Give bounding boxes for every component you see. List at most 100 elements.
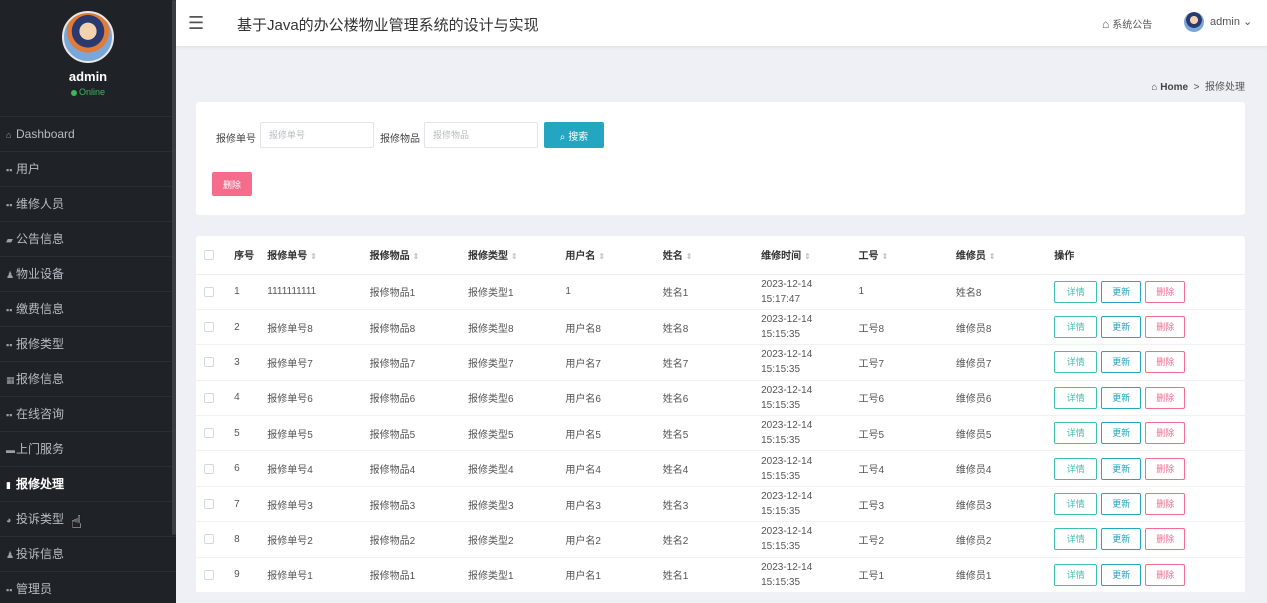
detail-button[interactable]: 详情 xyxy=(1054,351,1098,374)
detail-button[interactable]: 详情 xyxy=(1054,316,1098,339)
online-status: Online xyxy=(0,87,176,97)
table-cell: 5 xyxy=(234,415,268,452)
sidebar-item-12[interactable]: ♟ 投诉信息 xyxy=(0,536,176,571)
row-checkbox[interactable] xyxy=(204,357,214,368)
sidebar-item-label: 报修信息 xyxy=(16,372,65,386)
delete-button[interactable]: 删除 xyxy=(1145,528,1186,551)
column-header-5[interactable]: 姓名 ⇕ xyxy=(662,236,762,275)
item-input[interactable] xyxy=(424,122,538,148)
user-menu[interactable]: admin ⌄ xyxy=(1184,12,1252,32)
update-button[interactable]: 更新 xyxy=(1101,457,1142,480)
notice-link[interactable]: ⌂ 系统公告 xyxy=(1102,16,1152,31)
delete-button[interactable]: 删除 xyxy=(1145,280,1186,303)
row-checkbox[interactable] xyxy=(204,286,214,297)
sidebar-item-8[interactable]: ▪▪ 在线咨询 xyxy=(0,396,176,431)
update-button[interactable]: 更新 xyxy=(1101,422,1142,445)
grid-icon: ▪▪ xyxy=(6,410,13,420)
cell-value: 1 xyxy=(565,286,571,298)
row-checkbox[interactable] xyxy=(204,428,214,439)
column-header-3[interactable]: 报修类型 ⇕ xyxy=(468,236,566,275)
sidebar-item-11[interactable]: ◕ 投诉类型 xyxy=(0,501,176,536)
table-cell: 姓名7 xyxy=(662,344,762,381)
cell-value: 用户名8 xyxy=(565,323,601,335)
column-header-2[interactable]: 报修物品 ⇕ xyxy=(369,236,469,275)
row-checkbox[interactable] xyxy=(204,321,214,332)
table-cell: 报修单号6 xyxy=(267,380,370,417)
sidebar-item-2[interactable]: ▪▪ 维修人员 xyxy=(0,186,176,221)
sort-icon[interactable]: ⇕ xyxy=(686,252,693,261)
cell-value: 工号6 xyxy=(858,394,885,406)
sort-icon[interactable]: ⇕ xyxy=(310,252,317,261)
column-header-4[interactable]: 用户名 ⇕ xyxy=(565,236,663,275)
sidebar-item-0[interactable]: ⌂ Dashboard xyxy=(0,116,176,151)
select-all-checkbox[interactable] xyxy=(204,249,214,260)
detail-button[interactable]: 详情 xyxy=(1054,457,1098,480)
delete-button[interactable]: 删除 xyxy=(1145,351,1186,374)
row-checkbox[interactable] xyxy=(204,463,214,474)
delete-button[interactable]: 删除 xyxy=(1145,422,1186,445)
sort-icon[interactable]: ⇕ xyxy=(413,252,420,261)
actions-cell: 详情 更新 删除 xyxy=(1054,274,1245,310)
delete-button[interactable]: 删除 xyxy=(1145,563,1186,586)
sidebar-item-3[interactable]: ▰ 公告信息 xyxy=(0,221,176,256)
menu-toggle-icon[interactable]: ☰ xyxy=(188,13,204,34)
column-header-6[interactable]: 维修时间 ⇕ xyxy=(761,236,859,275)
delete-button[interactable]: 删除 xyxy=(1145,457,1186,480)
row-checkbox[interactable] xyxy=(204,498,214,509)
cell-value: 工号7 xyxy=(858,358,885,370)
detail-button[interactable]: 详情 xyxy=(1054,493,1098,516)
actions-cell: 详情 更新 删除 xyxy=(1054,380,1245,417)
row-checkbox[interactable] xyxy=(204,569,214,580)
order-no-input[interactable] xyxy=(260,122,374,148)
home-icon: ⌂ xyxy=(6,130,12,140)
detail-button[interactable]: 详情 xyxy=(1054,563,1098,586)
avatar[interactable] xyxy=(62,11,114,63)
search-button[interactable]: ⌕ 搜索 xyxy=(544,122,604,148)
delete-button[interactable]: 删除 xyxy=(1145,493,1186,516)
column-header-8[interactable]: 维修员 ⇕ xyxy=(955,236,1055,275)
sidebar-item-10[interactable]: ▮ 报修处理 xyxy=(0,466,176,501)
update-button[interactable]: 更新 xyxy=(1101,316,1142,339)
sort-icon[interactable]: ⇕ xyxy=(989,252,996,261)
delete-button[interactable]: 删除 xyxy=(1145,386,1186,409)
detail-button[interactable]: 详情 xyxy=(1054,528,1098,551)
sort-icon[interactable]: ⇕ xyxy=(804,252,811,261)
row-select-cell xyxy=(196,344,235,381)
sort-icon[interactable]: ⇕ xyxy=(881,252,888,261)
column-header-1[interactable]: 报修单号 ⇕ xyxy=(267,236,370,275)
update-button[interactable]: 更新 xyxy=(1101,563,1142,586)
sidebar-item-4[interactable]: ♟ 物业设备 xyxy=(0,256,176,291)
sidebar-item-13[interactable]: ▪▪ 管理员 xyxy=(0,571,176,603)
sidebar-item-1[interactable]: ▪▪ 用户 xyxy=(0,151,176,186)
batch-delete-button[interactable]: 删除 xyxy=(212,172,252,196)
update-button[interactable]: 更新 xyxy=(1101,528,1142,551)
home-icon: ⌂ xyxy=(1151,82,1158,93)
table-row: 9 报修单号1 报修物品1 报修类型1 用户名1 姓名1 2023-12-14 15:15:… xyxy=(196,557,1245,594)
sort-icon[interactable]: ⇕ xyxy=(511,252,518,261)
table-cell: 报修类型4 xyxy=(468,450,566,487)
sort-icon[interactable]: ⇕ xyxy=(598,252,605,261)
row-checkbox[interactable] xyxy=(204,392,214,403)
table-cell: 姓名5 xyxy=(662,415,762,452)
detail-button[interactable]: 详情 xyxy=(1054,386,1098,409)
update-button[interactable]: 更新 xyxy=(1101,280,1142,303)
sidebar-item-6[interactable]: ▪▪ 报修类型 xyxy=(0,326,176,361)
column-header-7[interactable]: 工号 ⇕ xyxy=(858,236,956,275)
table-cell: 工号3 xyxy=(858,486,956,523)
sidebar-item-7[interactable]: ▦报修信息 xyxy=(0,361,176,396)
sidebar-item-5[interactable]: ▪▪ 缴费信息 xyxy=(0,291,176,326)
table-body: 1 1111111111 报修物品1 报修类型1 1 姓名1 2023-12-14 15:1… xyxy=(196,274,1245,594)
table-cell: 姓名4 xyxy=(662,450,762,487)
detail-button[interactable]: 详情 xyxy=(1054,422,1098,445)
update-button[interactable]: 更新 xyxy=(1101,351,1142,374)
detail-button[interactable]: 详情 xyxy=(1054,280,1098,303)
sidebar-scrollbar[interactable] xyxy=(172,0,176,535)
delete-button[interactable]: 删除 xyxy=(1145,316,1186,339)
cell-value: 姓名4 xyxy=(662,465,689,477)
breadcrumb-home[interactable]: ⌂ Home xyxy=(1151,82,1188,93)
cell-value: 维修员4 xyxy=(955,465,992,477)
row-checkbox[interactable] xyxy=(204,534,214,545)
sidebar-item-9[interactable]: ▬上门服务 xyxy=(0,431,176,466)
update-button[interactable]: 更新 xyxy=(1101,386,1142,409)
update-button[interactable]: 更新 xyxy=(1101,493,1142,516)
